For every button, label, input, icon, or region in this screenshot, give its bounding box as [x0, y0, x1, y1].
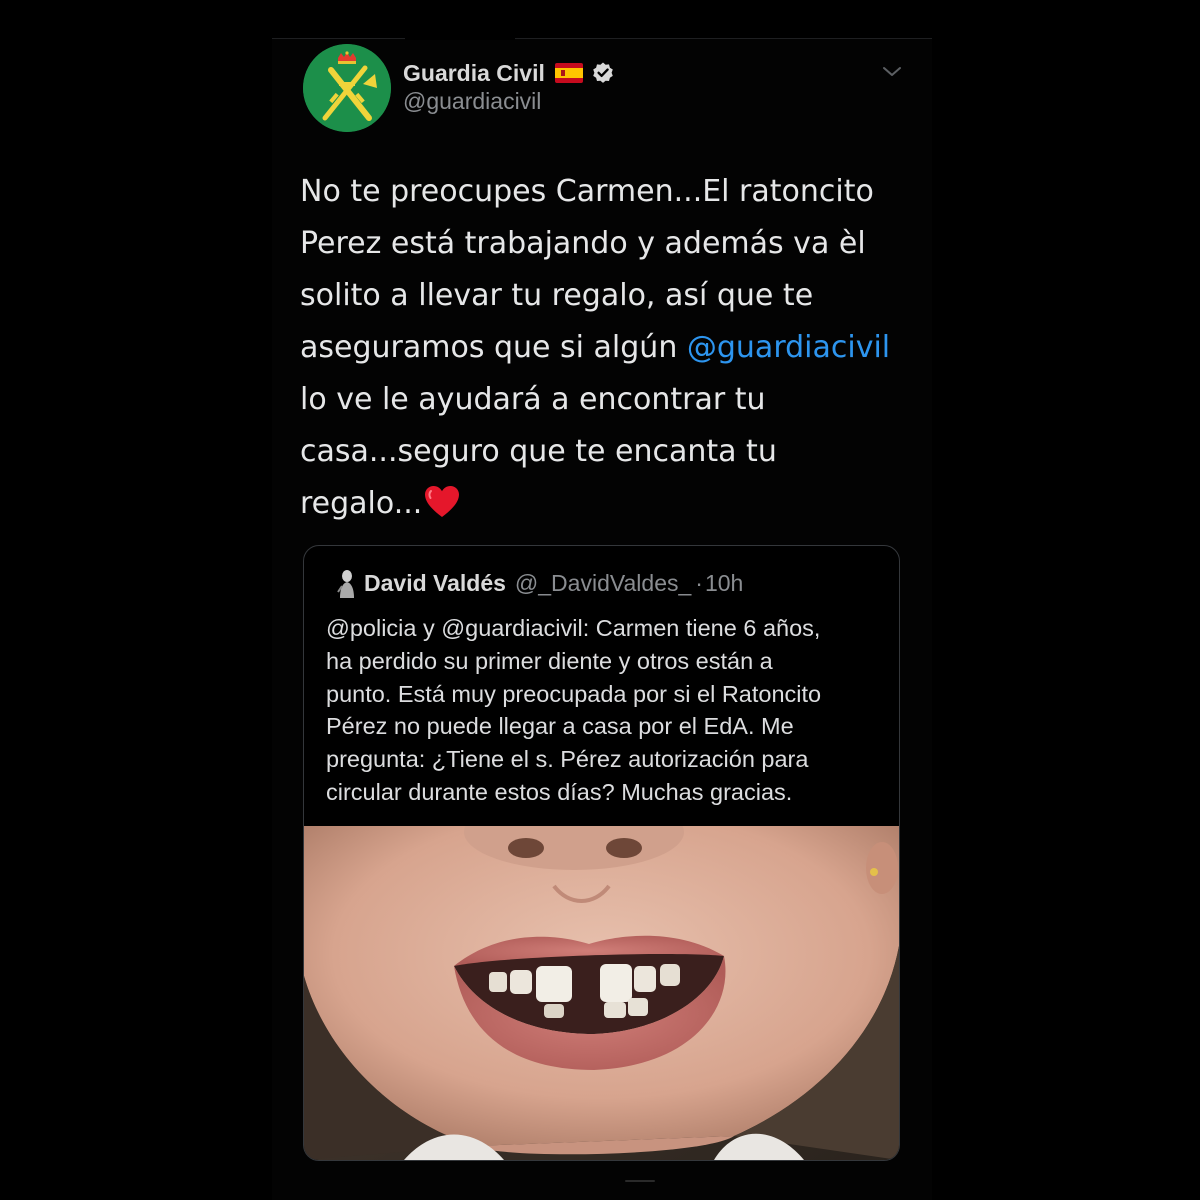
tweet-text-segment: regalo...: [300, 486, 423, 521]
tweet-text-line: casa...seguro que te encanta tu: [300, 434, 777, 469]
author-row: Guardia Civil: [403, 56, 615, 90]
tweet-text-line: No te preocupes Carmen...El ratoncito: [300, 174, 874, 209]
home-indicator: [625, 1180, 655, 1182]
quoted-tweet-card[interactable]: David Valdés @_DavidValdes_ · 10h @polic…: [303, 545, 900, 1161]
tweet-text-line: aseguramos que si algún @guardiacivil: [300, 322, 920, 374]
quoted-text-line: circular durante estos días? Muchas grac…: [326, 778, 793, 805]
quoted-tweet-header: David Valdés @_DavidValdes_ · 10h: [334, 568, 743, 598]
mention-link[interactable]: @guardiacivil: [687, 330, 890, 365]
quoted-author-avatar-icon: [334, 568, 358, 598]
tweet-text-segment: aseguramos que si algún: [300, 330, 687, 365]
tweet-text: No te preocupes Carmen...El ratoncito Pe…: [300, 166, 920, 530]
child-smile-photo: [304, 826, 899, 1160]
verified-badge-icon: [591, 61, 615, 85]
quoted-tweet-timestamp[interactable]: 10h: [705, 570, 743, 597]
quoted-text-line: Pérez no puede llegar a casa por el EdA.…: [326, 713, 794, 740]
quoted-text-line: pregunta: ¿Tiene el s. Pérez autorizació…: [326, 746, 809, 773]
quoted-author-display-name[interactable]: David Valdés: [364, 570, 506, 597]
quoted-author-avatar[interactable]: [334, 568, 358, 598]
author-display-name[interactable]: Guardia Civil: [403, 60, 545, 87]
frame-notch: [405, 36, 515, 40]
guardia-civil-emblem-icon: [303, 44, 391, 132]
quoted-text-line: @policia y @guardiacivil: Carmen tiene 6…: [326, 615, 821, 641]
tweet-text-line: solito a llevar tu regalo, así que te: [300, 278, 814, 313]
author-handle[interactable]: @guardiacivil: [403, 88, 541, 115]
screenshot-page: Guardia Civil @guardiacivil No te preocu…: [0, 0, 1200, 1200]
guardia-civil-avatar[interactable]: [303, 44, 391, 132]
quoted-tweet-separator: ·: [695, 569, 703, 596]
quoted-text-line: punto. Está muy preocupada por si el Rat…: [326, 680, 822, 707]
quoted-tweet-text: @policia y @guardiacivil: Carmen tiene 6…: [326, 612, 886, 809]
quoted-author-handle[interactable]: @_DavidValdes_: [515, 570, 691, 597]
spain-flag-icon: [554, 63, 583, 83]
tweet-text-line: lo ve le ayudará a encontrar tu: [300, 382, 766, 417]
quoted-text-line: ha perdido su primer diente y otros está…: [326, 647, 773, 674]
tweet-text-line: regalo...: [300, 478, 920, 530]
red-heart-icon: [424, 485, 460, 519]
tweet-text-line: Perez está trabajando y además va èl: [300, 226, 866, 261]
quoted-tweet-photo[interactable]: [304, 826, 899, 1160]
chevron-down-icon[interactable]: [880, 62, 904, 82]
